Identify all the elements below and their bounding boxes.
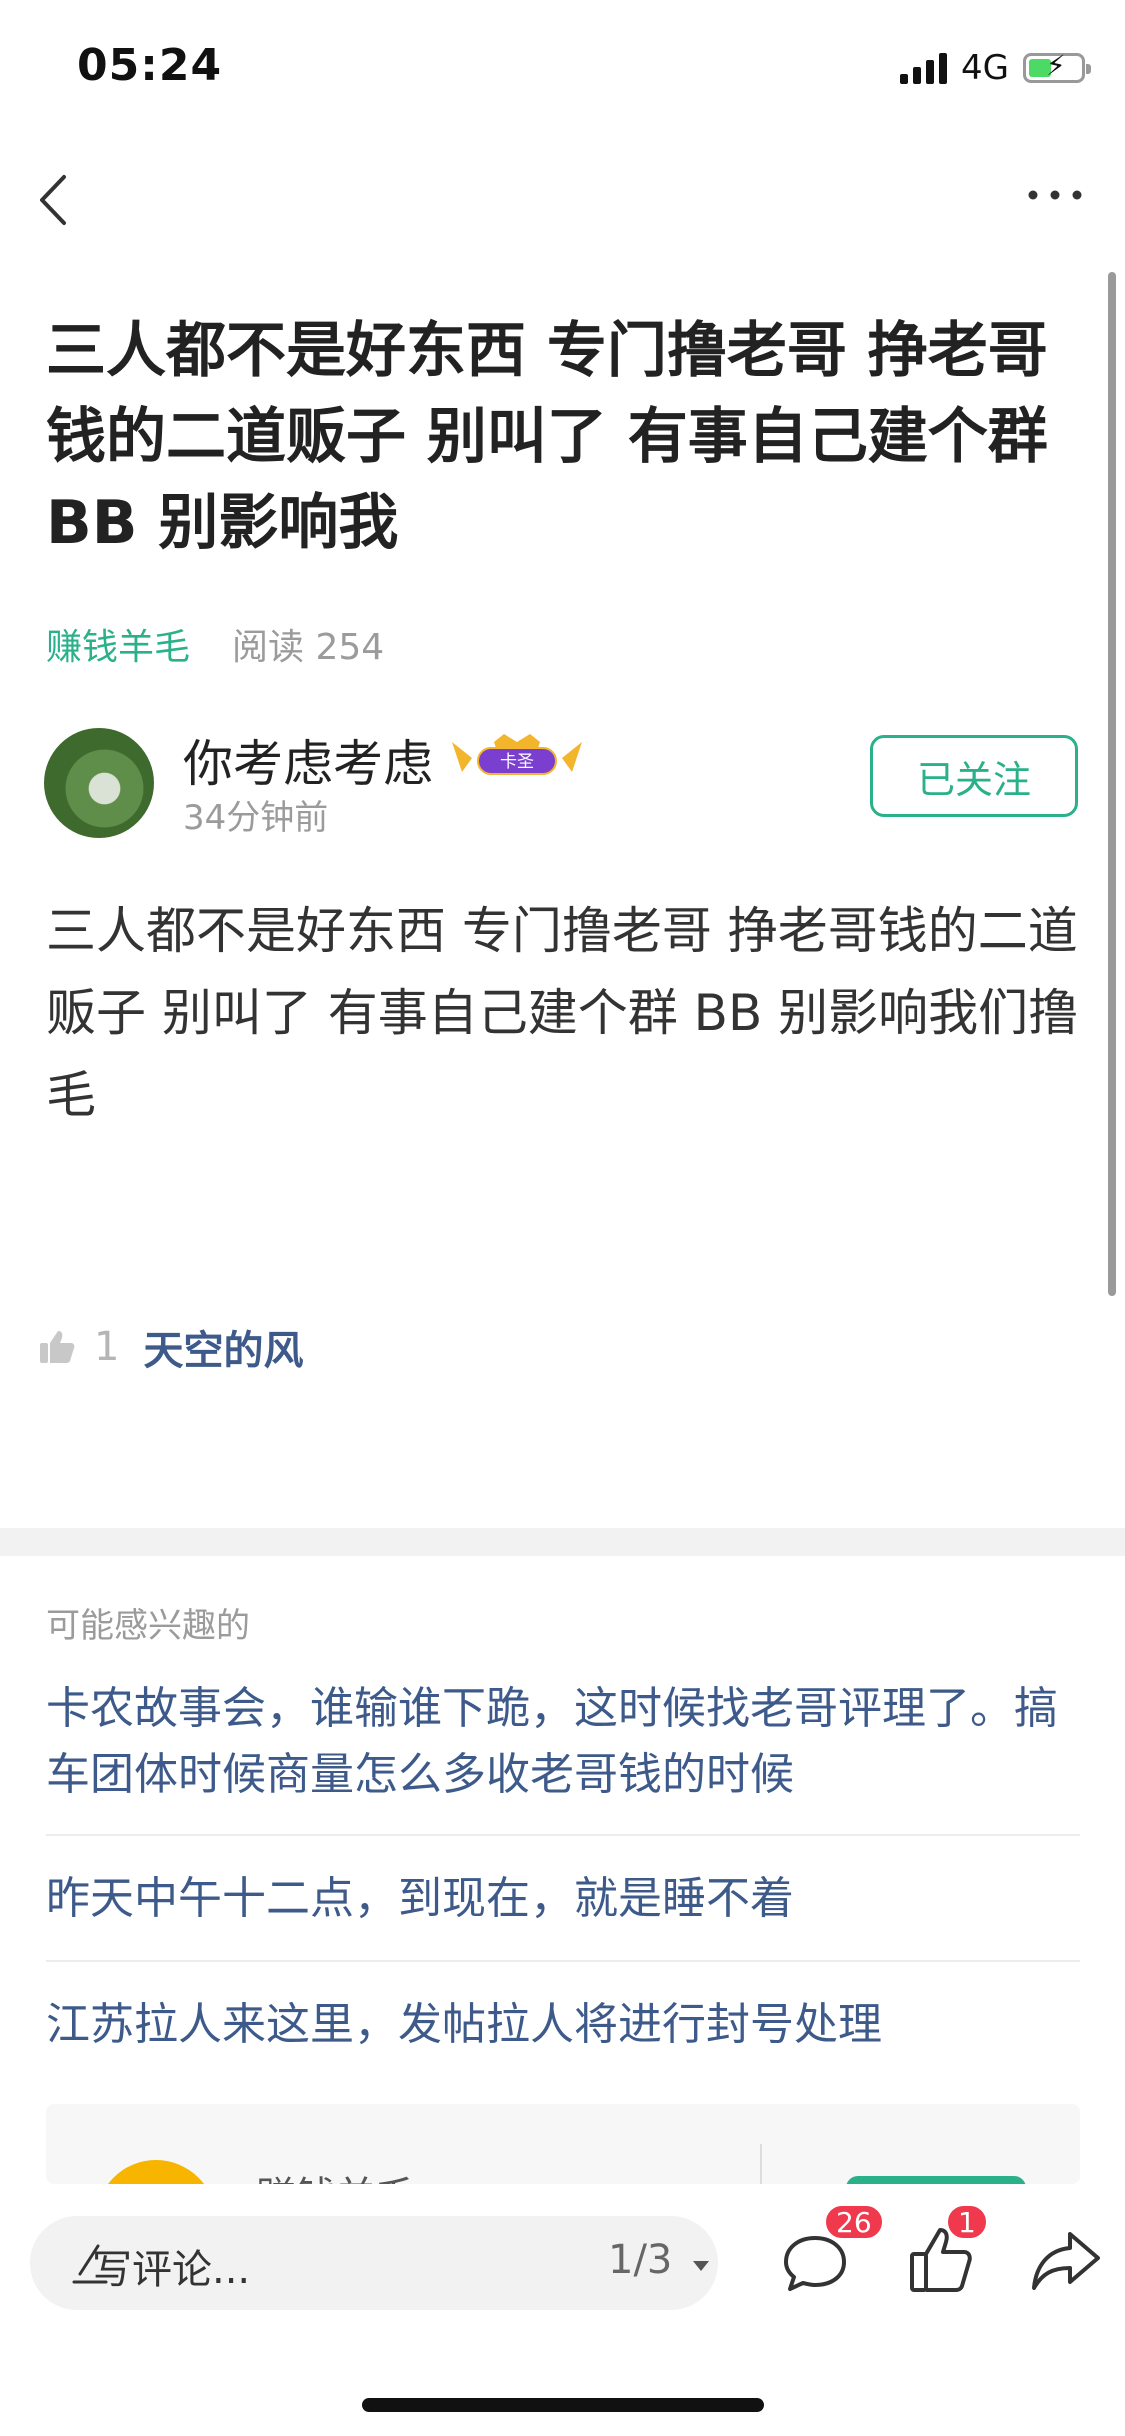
rank-badge: 卡圣 (448, 732, 586, 778)
comment-placeholder[interactable]: 写评论... (92, 2237, 250, 2295)
battery-icon: ⚡ (1023, 52, 1091, 83)
network-type: 4G (961, 48, 1009, 88)
read-value: 254 (315, 627, 385, 668)
more-horizontal-icon (1028, 190, 1082, 200)
related-item[interactable]: 江苏拉人来这里，发帖拉人将进行封号处理 (46, 1992, 1080, 2058)
section-divider (0, 1528, 1125, 1556)
post-time: 34分钟前 (183, 798, 329, 838)
chevron-left-icon (40, 175, 66, 225)
read-label: 阅读 (232, 627, 305, 668)
divider (760, 2144, 762, 2184)
comment-count-badge: 26 (824, 2204, 884, 2240)
home-indicator[interactable] (362, 2398, 764, 2412)
related-item[interactable]: 卡农故事会，谁输谁下跪，这时候找老哥评理了。搞车团体时候商量怎么多收老哥钱的时候 (46, 1676, 1080, 1808)
recommend-card[interactable]: 赚钱羊毛 (46, 2104, 1080, 2184)
scrollbar[interactable] (1108, 272, 1116, 1296)
status-time: 05:24 (77, 40, 223, 91)
card-title: 赚钱羊毛 (256, 2164, 416, 2184)
crown-badge-icon: 卡圣 (452, 734, 582, 775)
share-button[interactable] (1030, 2228, 1102, 2294)
category-link[interactable]: 赚钱羊毛 (46, 618, 190, 670)
like-count: 1 (94, 1324, 120, 1370)
share-icon (1032, 2232, 1100, 2290)
divider (46, 1834, 1080, 1836)
author-name[interactable]: 你考虑考虑 (183, 724, 433, 796)
post-title: 三人都不是好东西 专门撸老哥 挣老哥钱的二道贩子 别叫了 有事自己建个群BB 别… (46, 316, 1048, 558)
read-count: 阅读 254 (232, 618, 384, 670)
signal-icon (900, 52, 948, 84)
thumbs-up-icon[interactable] (38, 1329, 76, 1365)
badge-label: 卡圣 (500, 752, 534, 772)
more-button[interactable] (1025, 180, 1085, 210)
back-button[interactable] (30, 165, 80, 235)
card-avatar (96, 2160, 216, 2184)
post-body: 三人都不是好东西 专门撸老哥 挣老哥钱的二道贩子 别叫了 有事自己建个群 BB … (46, 902, 1079, 1124)
related-heading: 可能感兴趣的 (46, 1606, 250, 1646)
card-follow-button[interactable] (846, 2176, 1026, 2184)
status-indicators: 4G ⚡ (900, 48, 1091, 88)
follow-button[interactable]: 已关注 (870, 735, 1078, 817)
divider (46, 1960, 1080, 1962)
like-count-badge: 1 (946, 2204, 988, 2240)
caret-down-icon (693, 2261, 710, 2271)
likes-row: 1 天空的风 (38, 1318, 303, 1376)
author-avatar[interactable] (44, 728, 154, 838)
post-meta: 赚钱羊毛 阅读 254 (46, 618, 384, 670)
page-indicator-text: 1/3 (608, 2237, 673, 2283)
related-item[interactable]: 昨天中午十二点，到现在，就是睡不着 (46, 1866, 1080, 1932)
page-indicator[interactable]: 1/3 (608, 2237, 711, 2283)
liker-name[interactable]: 天空的风 (143, 1318, 303, 1376)
